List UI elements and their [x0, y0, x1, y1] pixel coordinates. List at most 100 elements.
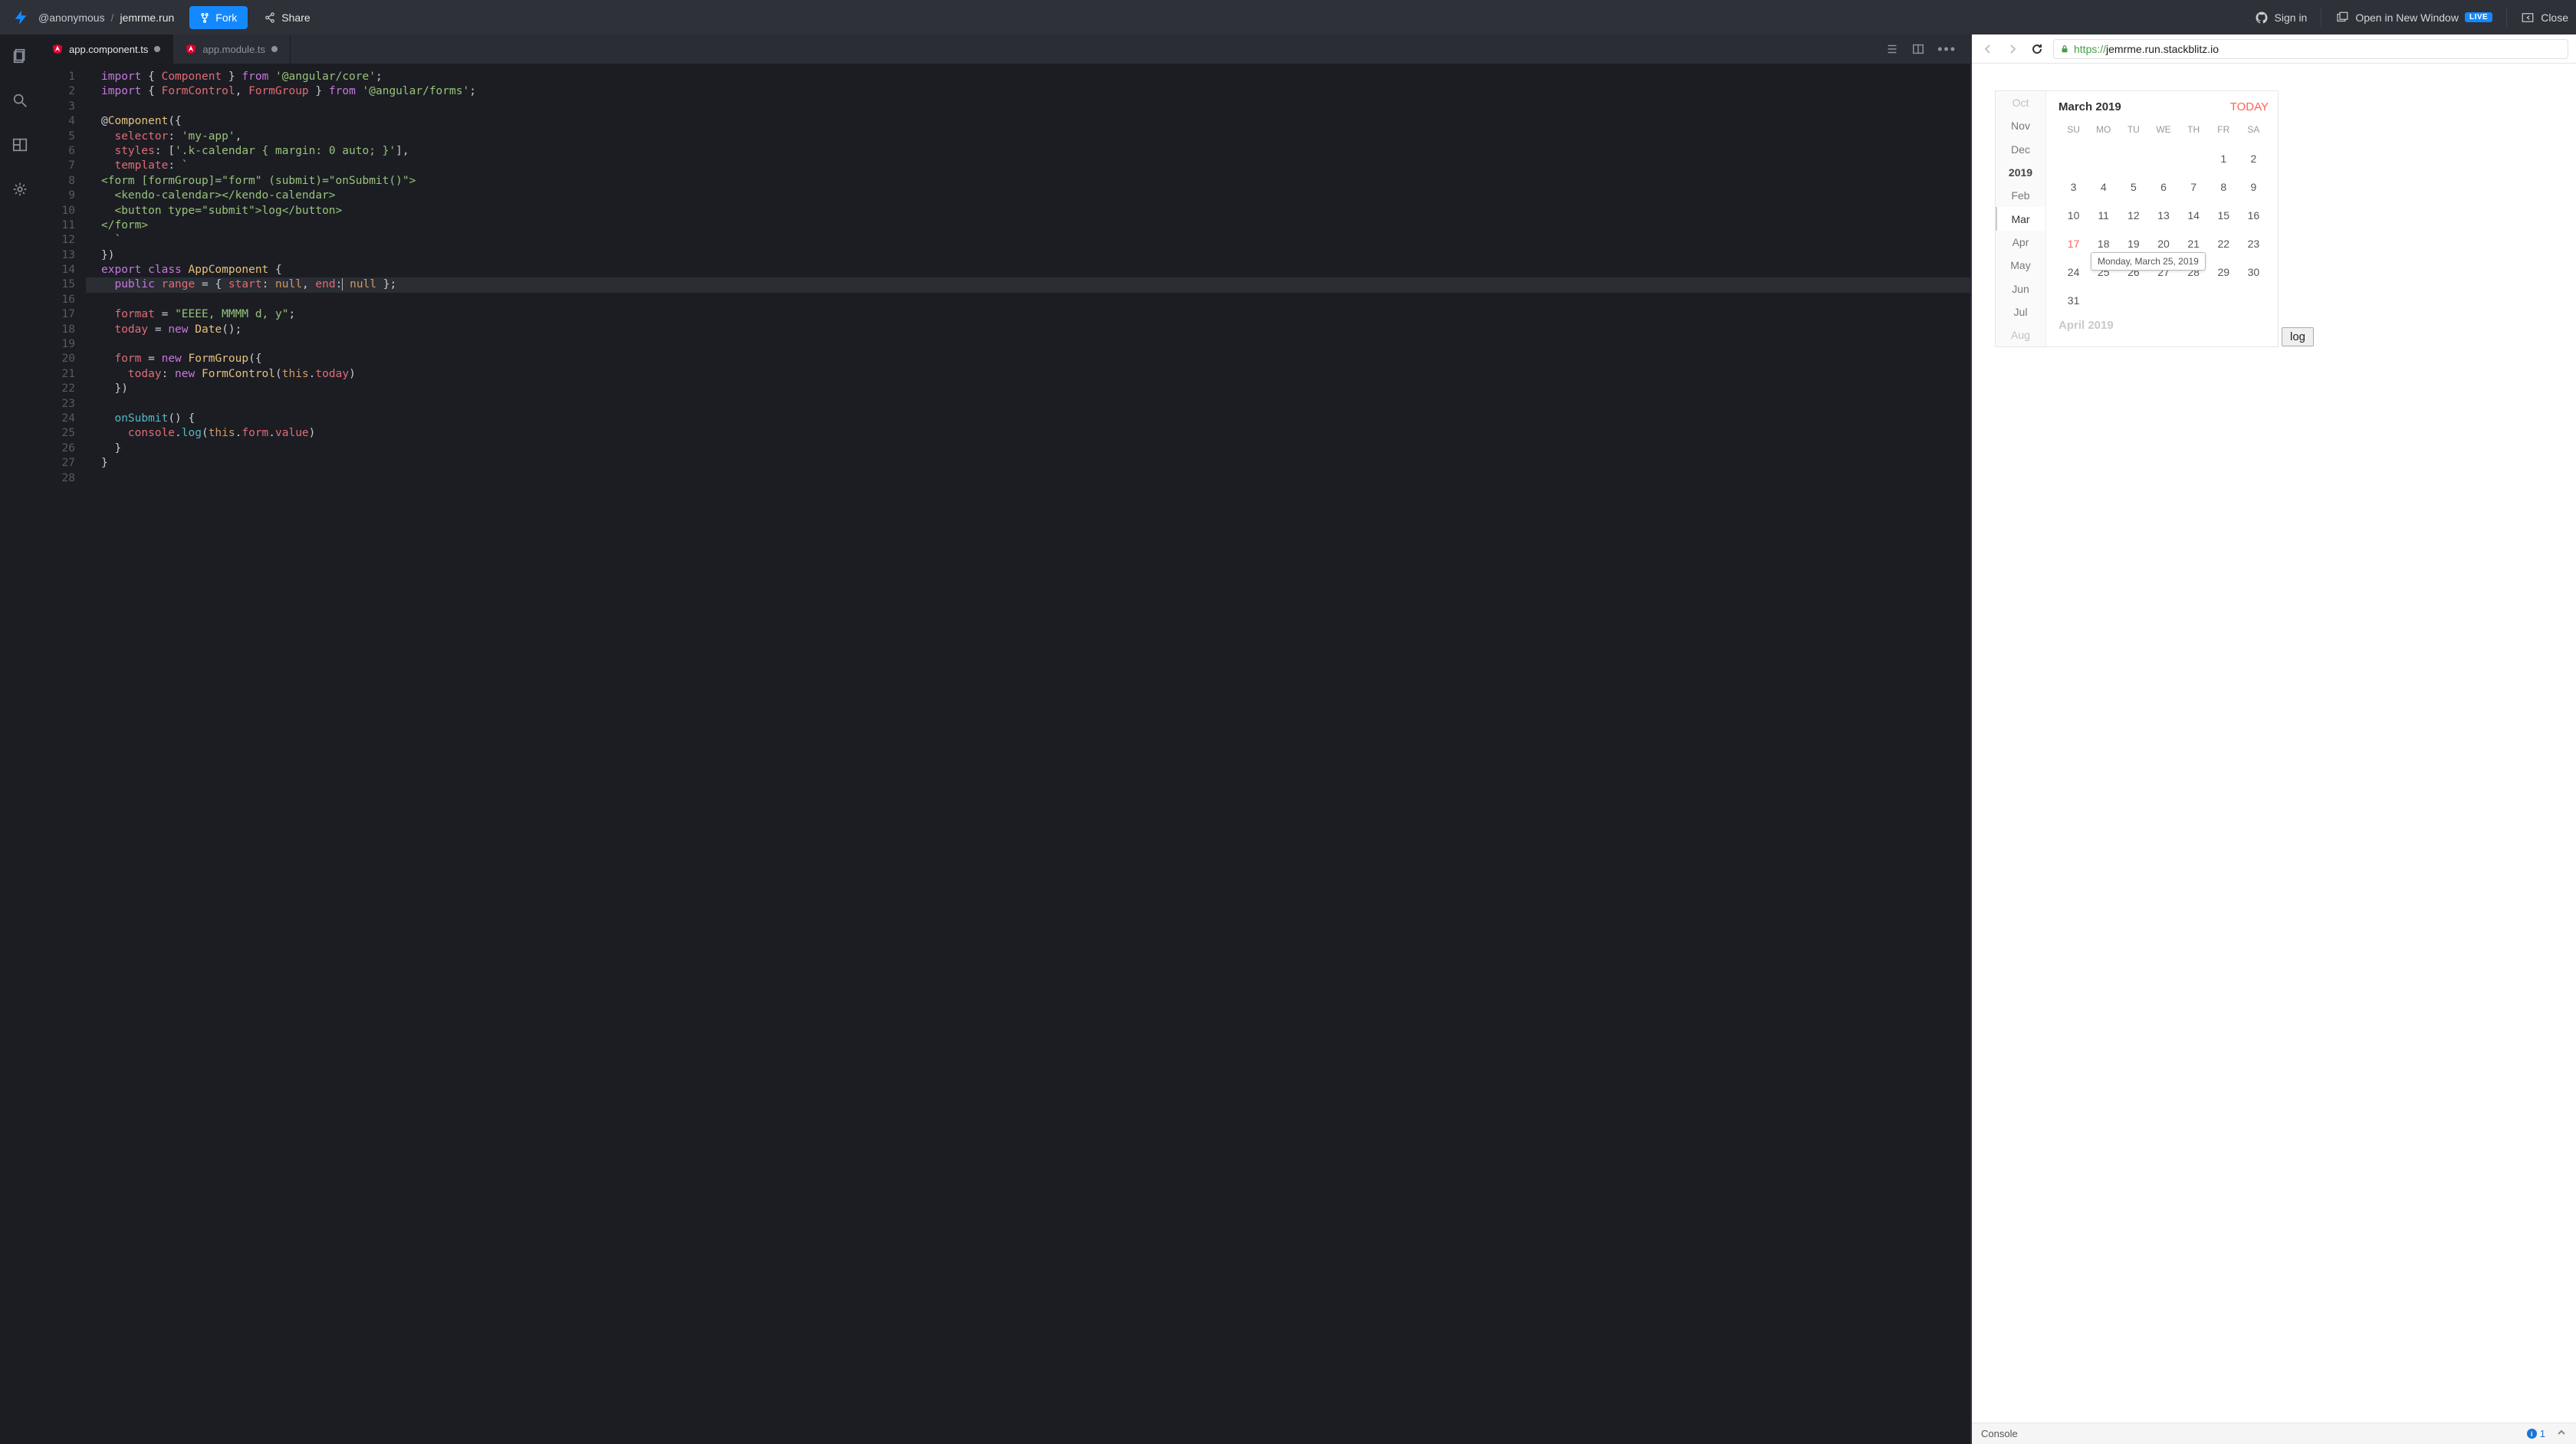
calendar-day[interactable]: 4 — [2088, 172, 2118, 201]
calendar-day[interactable]: 16 — [2239, 201, 2269, 229]
calendar-nav-mar[interactable]: Mar — [1996, 207, 2045, 230]
rail-panels-button[interactable] — [9, 134, 31, 156]
code-line[interactable]: }) — [86, 248, 1970, 263]
calendar-nav-may[interactable]: May — [1996, 254, 2045, 277]
share-button[interactable]: Share — [254, 6, 320, 29]
code-content[interactable]: import { Component } from '@angular/core… — [86, 64, 1970, 1444]
code-line[interactable]: export class AppComponent { — [86, 263, 1970, 277]
code-line[interactable] — [86, 397, 1970, 412]
calendar-day[interactable]: 9 — [2239, 172, 2269, 201]
console-bar[interactable]: Console i 1 — [1972, 1423, 2576, 1444]
calendar-dow: TU — [2118, 124, 2148, 144]
calendar-day[interactable]: 5 — [2118, 172, 2148, 201]
calendar-day[interactable]: 22 — [2209, 229, 2239, 258]
calendar-day[interactable]: 6 — [2148, 172, 2178, 201]
calendar-day[interactable]: 10 — [2058, 201, 2088, 229]
browser-reload-button[interactable] — [2029, 41, 2045, 57]
code-line[interactable]: today = new Date(); — [86, 323, 1970, 337]
calendar-day[interactable]: 29 — [2209, 258, 2239, 286]
calendar-nav-oct[interactable]: Oct — [1996, 91, 2045, 114]
calendar-month-nav[interactable]: OctNovDec2019FebMarAprMayJunJulAug — [1996, 91, 2046, 346]
calendar-day[interactable]: 31 — [2058, 286, 2088, 314]
toggle-list-icon[interactable] — [1885, 42, 1899, 56]
code-line[interactable]: } — [86, 441, 1970, 456]
code-line[interactable] — [86, 337, 1970, 352]
calendar-nav-aug[interactable]: Aug — [1996, 323, 2045, 346]
calendar-day[interactable]: 13 — [2148, 201, 2178, 229]
code-line[interactable]: template: ` — [86, 159, 1970, 173]
tab-app-component-ts[interactable]: app.component.ts — [40, 34, 173, 64]
calendar-empty — [2118, 286, 2148, 314]
code-line[interactable]: ` — [86, 233, 1970, 248]
calendar-nav-dec[interactable]: Dec — [1996, 138, 2045, 161]
calendar-tooltip: Monday, March 25, 2019 — [2091, 252, 2206, 271]
open-new-window-button[interactable]: Open in New Window LIVE — [2335, 11, 2492, 25]
code-line[interactable] — [86, 100, 1970, 114]
tab-app-module-ts[interactable]: app.module.ts — [173, 34, 291, 64]
calendar-nav-2019[interactable]: 2019 — [1996, 161, 2045, 184]
calendar-day[interactable]: 15 — [2209, 201, 2239, 229]
calendar-nav-jul[interactable]: Jul — [1996, 300, 2045, 323]
code-line[interactable]: today: new FormControl(this.today) — [86, 367, 1970, 382]
log-button[interactable]: log — [2282, 327, 2314, 346]
signin-button[interactable]: Sign in — [2255, 11, 2308, 25]
calendar-day[interactable]: 2 — [2239, 144, 2269, 172]
kendo-calendar[interactable]: OctNovDec2019FebMarAprMayJunJulAug March… — [1995, 90, 2279, 347]
calendar-nav-nov[interactable]: Nov — [1996, 114, 2045, 137]
split-editor-icon[interactable] — [1911, 42, 1925, 56]
console-expand-button[interactable] — [2556, 1427, 2567, 1440]
code-line[interactable]: }) — [86, 382, 1970, 396]
browser-back-button[interactable] — [1980, 41, 1996, 57]
code-line[interactable]: selector: 'my-app', — [86, 130, 1970, 144]
close-button[interactable]: Close — [2521, 11, 2568, 25]
calendar-day[interactable]: 14 — [2179, 201, 2209, 229]
code-line[interactable]: console.log(this.form.value) — [86, 426, 1970, 441]
code-line[interactable]: onSubmit() { — [86, 412, 1970, 426]
code-area[interactable]: 1234567891011121314151617181920212223242… — [40, 64, 1970, 1444]
calendar-dow: WE — [2148, 124, 2178, 144]
calendar-day[interactable]: 12 — [2118, 201, 2148, 229]
code-line[interactable]: public range = { start: null, end: null … — [86, 277, 1970, 292]
url-text: https://jemrme.run.stackblitz.io — [2074, 43, 2219, 55]
dirty-indicator-icon — [154, 46, 160, 52]
url-bar[interactable]: https://jemrme.run.stackblitz.io — [2053, 39, 2568, 59]
calendar-day[interactable]: 1 — [2209, 144, 2239, 172]
fork-button[interactable]: Fork — [189, 6, 248, 29]
calendar-day[interactable]: 30 — [2239, 258, 2269, 286]
code-line[interactable] — [86, 293, 1970, 307]
code-line[interactable]: styles: ['.k-calendar { margin: 0 auto; … — [86, 144, 1970, 159]
code-line[interactable]: <button type="submit">log</button> — [86, 204, 1970, 218]
rail-files-button[interactable] — [9, 45, 31, 67]
calendar-day[interactable]: 23 — [2239, 229, 2269, 258]
live-badge: LIVE — [2465, 12, 2492, 22]
editor-more-icon[interactable]: ••• — [1937, 41, 1957, 57]
calendar-day[interactable]: 11 — [2088, 201, 2118, 229]
calendar-nav-feb[interactable]: Feb — [1996, 184, 2045, 207]
rail-settings-button[interactable] — [9, 179, 31, 200]
code-line[interactable]: } — [86, 456, 1970, 471]
code-line[interactable] — [86, 471, 1970, 486]
calendar-day[interactable]: 17 — [2058, 229, 2088, 258]
owner-link[interactable]: @anonymous — [38, 11, 105, 24]
code-line[interactable]: form = new FormGroup({ — [86, 352, 1970, 366]
code-line[interactable]: </form> — [86, 218, 1970, 233]
code-line[interactable]: @Component({ — [86, 114, 1970, 129]
calendar-title[interactable]: March 2019 — [2058, 100, 2121, 113]
code-line[interactable]: <kendo-calendar></kendo-calendar> — [86, 189, 1970, 203]
rail-search-button[interactable] — [9, 90, 31, 111]
console-label: Console — [1981, 1428, 2018, 1439]
code-line[interactable]: import { Component } from '@angular/core… — [86, 70, 1970, 84]
browser-forward-button[interactable] — [2004, 41, 2021, 57]
calendar-empty — [2088, 144, 2118, 172]
code-line[interactable]: <form [formGroup]="form" (submit)="onSub… — [86, 174, 1970, 189]
calendar-day[interactable]: 24 — [2058, 258, 2088, 286]
calendar-nav-apr[interactable]: Apr — [1996, 231, 2045, 254]
calendar-day[interactable]: 7 — [2179, 172, 2209, 201]
calendar-today-link[interactable]: TODAY — [2230, 100, 2269, 113]
calendar-nav-jun[interactable]: Jun — [1996, 277, 2045, 300]
code-line[interactable]: import { FormControl, FormGroup } from '… — [86, 84, 1970, 99]
calendar-day[interactable]: 8 — [2209, 172, 2239, 201]
project-name[interactable]: jemrme.run — [120, 11, 174, 24]
code-line[interactable]: format = "EEEE, MMMM d, y"; — [86, 307, 1970, 322]
calendar-day[interactable]: 3 — [2058, 172, 2088, 201]
